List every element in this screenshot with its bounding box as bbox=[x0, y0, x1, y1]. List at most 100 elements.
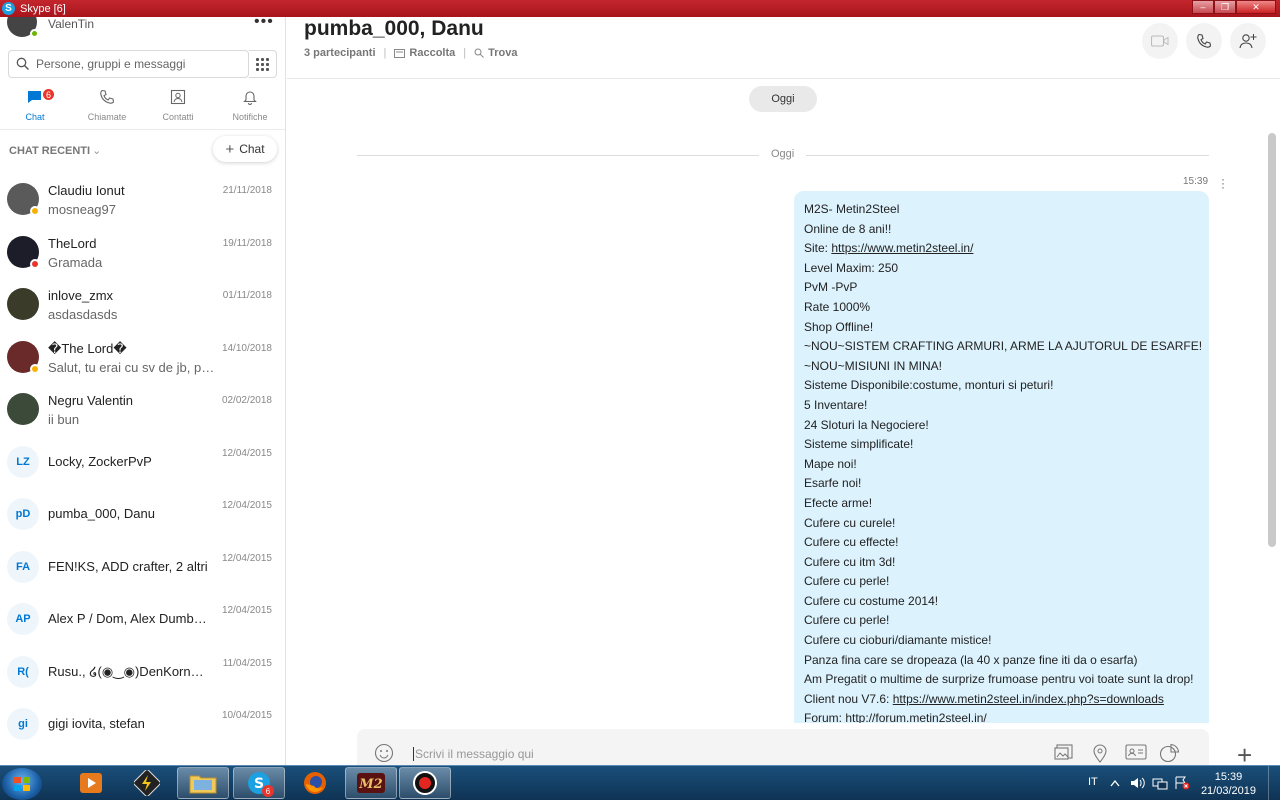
scrollbar[interactable] bbox=[1268, 133, 1276, 547]
image-icon[interactable] bbox=[1054, 743, 1074, 761]
client-download-link[interactable]: https://www.metin2steel.in/index.php?s=d… bbox=[893, 692, 1164, 706]
taskbar-app-lightning[interactable] bbox=[121, 767, 173, 799]
site-link[interactable]: https://www.metin2steel.in/ bbox=[831, 241, 973, 255]
language-indicator[interactable]: IT bbox=[1088, 776, 1098, 788]
online-status-icon bbox=[30, 29, 39, 38]
message-line: 5 Inventare! bbox=[804, 397, 868, 412]
chat-last-message: ii bun bbox=[48, 412, 80, 427]
taskbar-media-player[interactable] bbox=[65, 767, 117, 799]
message-line: Cufere cu perle! bbox=[804, 574, 890, 589]
nav-tabs: 6 Chat Chiamate Contatti Notifiche bbox=[0, 87, 285, 127]
chat-last-message: Salut, tu erai cu sv de jb, pa... bbox=[48, 359, 218, 375]
chat-list-item[interactable]: inlove_zmx asdasdasds 01/11/2018 bbox=[0, 277, 285, 330]
search-icon bbox=[16, 57, 29, 70]
chat-name: Negru Valentin bbox=[48, 393, 134, 408]
chat-date: 01/11/2018 bbox=[222, 290, 272, 301]
emoji-icon[interactable] bbox=[374, 743, 394, 763]
chat-avatar bbox=[7, 393, 39, 425]
presence-status-icon bbox=[30, 363, 40, 374]
minimize-button[interactable]: – bbox=[1192, 0, 1214, 14]
taskbar-skype[interactable]: S 6 bbox=[233, 767, 285, 799]
phone-icon bbox=[100, 89, 115, 104]
taskbar-firefox[interactable] bbox=[289, 767, 341, 799]
start-button[interactable] bbox=[2, 768, 42, 800]
tab-notifications[interactable]: Notifiche bbox=[215, 87, 285, 122]
tab-notifications-label: Notifiche bbox=[232, 112, 268, 122]
chat-name: Claudiu Ionut bbox=[48, 183, 125, 198]
chat-date: 12/04/2015 bbox=[221, 500, 272, 511]
chat-list-item[interactable]: TheLord Gramada 19/11/2018 bbox=[0, 225, 285, 278]
chat-icon bbox=[28, 91, 41, 103]
conversation-title[interactable]: pumba_000, Danu bbox=[304, 17, 484, 41]
chat-last-message: mosneag97 bbox=[48, 202, 116, 217]
show-desktop-button[interactable] bbox=[1268, 766, 1280, 801]
presence-status-icon bbox=[30, 258, 40, 269]
message-line: Client nou V7.6: https://www.metin2steel… bbox=[804, 691, 1164, 706]
chat-name: FEN!KS, ADD crafter, 2 altri bbox=[48, 558, 208, 574]
taskbar-recorder[interactable] bbox=[399, 767, 451, 799]
firefox-icon bbox=[304, 772, 326, 794]
phone-icon bbox=[1197, 33, 1212, 48]
find-link[interactable]: Trova bbox=[488, 47, 517, 59]
volume-icon[interactable] bbox=[1130, 776, 1146, 790]
network-icon[interactable] bbox=[1152, 776, 1168, 790]
divider: | bbox=[383, 47, 387, 59]
message-line: Cufere cu curele! bbox=[804, 515, 896, 530]
message-line: Rate 1000% bbox=[804, 299, 871, 314]
message-line: Cufere cu cioburi/diamante mistice! bbox=[804, 633, 992, 648]
new-chat-button[interactable]: + Chat bbox=[213, 136, 277, 162]
audio-call-button[interactable] bbox=[1186, 23, 1222, 59]
message-more-icon[interactable]: · · · bbox=[1221, 173, 1225, 193]
message-line: ~NOU~SISTEM CRAFTING ARMURI, ARME LA AJU… bbox=[804, 339, 1203, 354]
restore-button[interactable]: ❐ bbox=[1214, 0, 1236, 14]
chat-list-item[interactable]: �The Lord� Salut, tu erai cu sv de jb, pa… bbox=[0, 330, 285, 383]
poll-icon[interactable] bbox=[1159, 743, 1181, 763]
tab-contacts[interactable]: Contatti bbox=[143, 87, 213, 122]
message-line: Forum: http://forum.metin2steel.in/ bbox=[804, 711, 987, 723]
close-button[interactable]: ✕ bbox=[1236, 0, 1276, 14]
new-chat-label: Chat bbox=[239, 142, 265, 156]
search-box[interactable]: Persone, gruppi e messaggi bbox=[8, 50, 249, 78]
tab-chat[interactable]: 6 Chat bbox=[0, 87, 70, 122]
clock[interactable]: 15:39 21/03/2019 bbox=[1201, 770, 1256, 798]
chat-list-item[interactable]: pD pumba_000, Danu 12/04/2015 bbox=[0, 487, 285, 540]
location-icon[interactable] bbox=[1092, 743, 1108, 763]
tray-expand-icon[interactable] bbox=[1110, 779, 1120, 787]
chat-list-item[interactable]: R(Rusu., ໒(◉‿◉)DenKorner#Yo... 11/04/2015 bbox=[0, 645, 285, 698]
profile-name[interactable]: ValenTin bbox=[48, 17, 94, 31]
participants-link[interactable]: 3 partecipanti bbox=[304, 47, 376, 59]
tab-calls[interactable]: Chiamate bbox=[72, 87, 142, 122]
contact-card-icon[interactable] bbox=[1125, 743, 1147, 761]
add-people-button[interactable] bbox=[1230, 23, 1266, 59]
recent-chats-header[interactable]: CHAT RECENTI ⌄ bbox=[9, 144, 101, 157]
action-center-icon[interactable] bbox=[1174, 776, 1190, 790]
chat-list-item[interactable]: FA FEN!KS, ADD crafter, 2 altri 12/04/2015 bbox=[0, 540, 285, 593]
video-camera-icon bbox=[1151, 35, 1169, 47]
message-bubble[interactable]: M2S- Metin2Steel Online de 8 ani!! Site: h… bbox=[794, 191, 1209, 723]
presence-status-icon bbox=[30, 206, 40, 216]
chat-date: 10/04/2015 bbox=[221, 710, 272, 721]
chat-list-item[interactable]: Negru Valentin ii bun 02/02/2018 bbox=[0, 382, 285, 435]
message-line: Cufere cu effecte! bbox=[804, 535, 899, 550]
more-options-icon[interactable]: ••• bbox=[254, 17, 274, 31]
clock-date: 21/03/2019 bbox=[1200, 785, 1256, 797]
dialpad-button[interactable] bbox=[249, 50, 277, 78]
profile-bar: ValenTin ••• bbox=[0, 17, 285, 45]
message-timestamp: 15:39 bbox=[1183, 176, 1209, 187]
message-input[interactable]: Scrivi il messaggio qui bbox=[413, 747, 534, 761]
svg-text:M2: M2 bbox=[358, 777, 382, 792]
chat-date: 14/10/2018 bbox=[221, 342, 272, 354]
chat-badge: 6 bbox=[42, 88, 55, 101]
chat-list-item[interactable]: LZ Locky, ZockerPvP 12/04/2015 bbox=[0, 435, 285, 488]
taskbar-explorer[interactable] bbox=[177, 767, 229, 799]
chat-list-item[interactable]: AP Alex P / Dom, Alex Dumbrav... 12/04/201… bbox=[0, 592, 285, 645]
video-call-button[interactable] bbox=[1142, 23, 1178, 59]
taskbar-metin2[interactable]: M2 bbox=[345, 767, 397, 799]
chat-list-item[interactable]: Claudiu Ionut mosneag97 21/11/2018 bbox=[0, 172, 285, 225]
chat-list-item[interactable]: gi gigi iovita, stefan 10/04/2015 bbox=[0, 697, 285, 750]
message-line: Sisteme simplificate! bbox=[804, 437, 914, 452]
skype-app-icon: S bbox=[2, 2, 15, 15]
search-input[interactable]: Persone, gruppi e messaggi bbox=[36, 57, 185, 71]
gallery-link[interactable]: Raccolta bbox=[409, 47, 455, 59]
message-line: PvM -PvP bbox=[804, 280, 858, 295]
